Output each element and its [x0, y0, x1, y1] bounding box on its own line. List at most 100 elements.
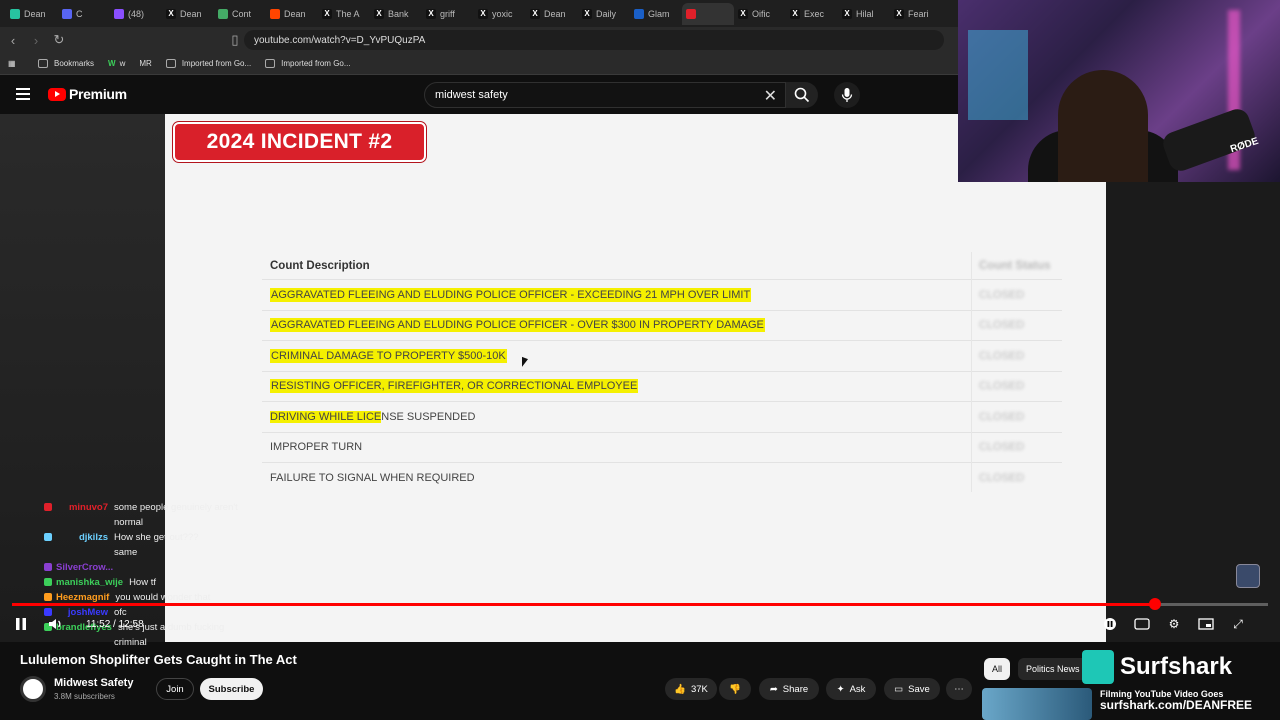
browser-tab[interactable]: X Dean	[162, 3, 214, 25]
pause-icon	[16, 618, 26, 630]
pause-button[interactable]	[14, 617, 28, 634]
dislike-button[interactable]: 👎	[719, 678, 751, 700]
forward-icon[interactable]: ›	[26, 30, 46, 50]
youtube-header: Premium midwest safety ✕	[0, 76, 958, 114]
chat-badge-icon	[44, 608, 52, 616]
volume-button[interactable]	[48, 617, 64, 634]
search-button[interactable]	[786, 82, 818, 108]
browser-tab[interactable]: C	[58, 3, 110, 25]
browser-tab[interactable]: X Exec	[786, 3, 838, 25]
bookmark-item-mr[interactable]: MR	[139, 59, 151, 68]
voice-search-button[interactable]	[834, 82, 860, 108]
thumbs-up-icon: 👍	[674, 683, 686, 695]
bookmark-item-bookmarks[interactable]: Bookmarks	[38, 59, 94, 68]
chat-message: djkilzs How she get out???	[0, 530, 260, 545]
tab-favicon-icon: X	[426, 8, 436, 19]
back-icon[interactable]: ‹	[3, 30, 23, 50]
browser-tab[interactable]: X Hilal	[838, 3, 890, 25]
autoplay-toggle[interactable]	[1100, 614, 1120, 634]
chat-badge-icon	[44, 533, 52, 541]
youtube-premium-logo[interactable]: Premium	[48, 86, 127, 102]
tab-label: Cont	[232, 8, 252, 19]
chat-message: minuvo7 some people genuinely aren't	[0, 500, 260, 515]
chat-badge-icon	[44, 578, 52, 586]
address-bar[interactable]: youtube.com/watch?v=D_YvPUQuzPA	[244, 30, 944, 50]
browser-tab[interactable]: Xyoxic	[474, 3, 526, 25]
apps-icon[interactable]: ▦	[8, 59, 24, 68]
browser-tab[interactable]: Dean	[266, 3, 318, 25]
more-actions-button[interactable]: ⋯	[946, 678, 972, 700]
clear-search-icon[interactable]: ✕	[764, 86, 777, 106]
join-button[interactable]: Join	[156, 678, 194, 700]
recommended-thumbnail[interactable]	[982, 688, 1092, 720]
table-column-divider	[971, 252, 972, 492]
chip-all[interactable]: All	[984, 658, 1011, 680]
tab-favicon-icon: X	[790, 8, 800, 19]
ask-button[interactable]: ✦ Ask	[826, 678, 876, 700]
share-button[interactable]: ➦ Share	[759, 678, 819, 700]
tab-favicon-icon: X	[166, 8, 176, 19]
chat-message: criminal	[0, 635, 260, 650]
chat-username[interactable]: manishka_wije	[56, 575, 123, 590]
browser-tab[interactable]: X The A	[318, 3, 370, 25]
chip-politics-news[interactable]: Politics News	[1018, 658, 1088, 680]
bookmark-item-imported-2[interactable]: Imported from Go...	[265, 59, 351, 68]
bookmark-item-w[interactable]: Ww	[108, 59, 125, 68]
tab-label: Daily	[596, 8, 617, 19]
progress-scrubber[interactable]	[1149, 598, 1161, 610]
save-icon: ▭	[894, 683, 904, 695]
chat-badge-icon	[44, 548, 52, 556]
browser-tab[interactable]: X Bank	[370, 3, 422, 25]
progress-played	[12, 603, 1155, 606]
browser-tab[interactable]: Xgriff	[422, 3, 474, 25]
browser-tab[interactable]: Cont	[214, 3, 266, 25]
chat-username[interactable]: minuvo7	[56, 500, 108, 515]
save-button[interactable]: ▭ Save	[884, 678, 940, 700]
youtube-play-icon	[48, 87, 66, 101]
hamburger-menu-icon[interactable]	[16, 88, 30, 100]
table-row: DRIVING WHILE LICENSE SUSPENDED CLOSED	[262, 402, 1062, 433]
browser-tab[interactable]: Dean	[6, 3, 58, 25]
captions-button[interactable]	[1132, 614, 1152, 634]
tab-label: yoxic	[492, 8, 513, 19]
browser-tab[interactable]: X Feari	[890, 3, 942, 25]
browser-tab[interactable]: Glam	[630, 3, 682, 25]
fullscreen-button[interactable]: ⤢	[1228, 614, 1248, 634]
browser-tab[interactable]: X Oific	[734, 3, 786, 25]
channel-name[interactable]: Midwest Safety	[54, 677, 133, 689]
table-row: IMPROPER TURN CLOSED	[262, 433, 1062, 463]
webcam-overlay: RØDE	[958, 0, 1280, 182]
tab-label: Dean	[180, 8, 202, 19]
tab-favicon-icon: X	[738, 8, 748, 19]
tab-label: Dean	[544, 8, 566, 19]
browser-tab[interactable]: X Dean	[526, 3, 578, 25]
gear-icon: ⚙	[1168, 617, 1180, 631]
channel-watermark-icon[interactable]	[1236, 564, 1260, 588]
browser-tab[interactable]: X Daily	[578, 3, 630, 25]
chat-username[interactable]: djkilzs	[56, 530, 108, 545]
subscribe-button[interactable]: Subscribe	[200, 678, 263, 700]
chat-username[interactable]: SilverCrow...	[56, 560, 113, 575]
tab-label: The A	[336, 8, 360, 19]
reload-icon[interactable]: ↻	[49, 30, 69, 50]
wall-poster	[968, 30, 1028, 120]
bookmark-icon[interactable]: ▯	[225, 30, 245, 50]
microphone-icon	[841, 88, 853, 102]
settings-button[interactable]: ⚙	[1164, 614, 1184, 634]
folder-icon	[165, 59, 176, 68]
browser-tab[interactable]: (48)	[110, 3, 162, 25]
search-input[interactable]: midwest safety ✕	[424, 82, 786, 108]
chat-message: manishka_wije How tf	[0, 575, 260, 590]
mouse-cursor-icon	[522, 356, 528, 370]
tab-favicon-icon	[62, 8, 72, 19]
channel-avatar[interactable]	[20, 676, 46, 702]
miniplayer-button[interactable]	[1196, 614, 1216, 634]
browser-tab[interactable]	[682, 2, 734, 25]
chat-text: some people genuinely aren't	[114, 502, 238, 513]
tab-label: Oific	[752, 8, 770, 19]
player-right-controls: ⚙ ⤢	[1100, 614, 1248, 634]
like-button[interactable]: 👍 37K	[665, 678, 717, 700]
bookmark-item-imported-1[interactable]: Imported from Go...	[165, 59, 251, 68]
chat-text: ofc	[114, 607, 127, 618]
table-row: AGGRAVATED FLEEING AND ELUDING POLICE OF…	[262, 280, 1062, 311]
